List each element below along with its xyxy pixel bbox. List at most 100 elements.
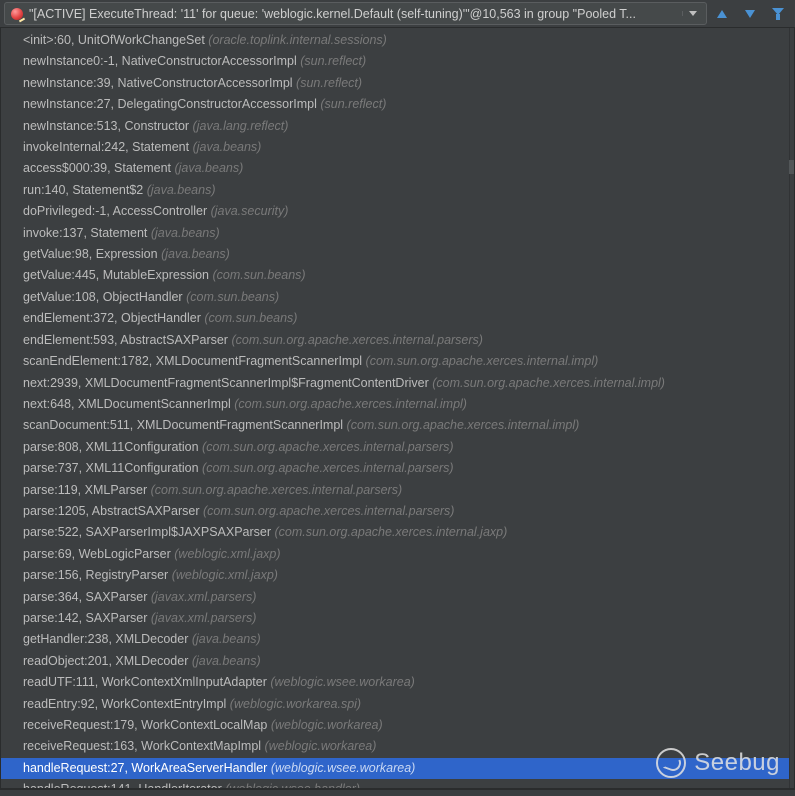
stack-frame[interactable]: parse:142, SAXParser (javax.xml.parsers) xyxy=(1,608,794,629)
stack-frame[interactable]: run:140, Statement$2 (java.beans) xyxy=(1,180,794,201)
frame-package: (java.beans) xyxy=(147,183,216,197)
frame-signature: run:140, Statement$2 xyxy=(23,183,147,197)
stack-frame[interactable]: endElement:372, ObjectHandler (com.sun.b… xyxy=(1,308,794,329)
stack-frame[interactable]: invokeInternal:242, Statement (java.bean… xyxy=(1,137,794,158)
stack-frame[interactable]: readUTF:111, WorkContextXmlInputAdapter … xyxy=(1,672,794,693)
stack-frame[interactable]: getValue:98, Expression (java.beans) xyxy=(1,244,794,265)
arrow-up-icon xyxy=(717,10,727,18)
stack-frame[interactable]: handleRequest:27, WorkAreaServerHandler … xyxy=(1,758,794,779)
frame-signature: parse:156, RegistryParser xyxy=(23,568,172,582)
frame-signature: receiveRequest:163, WorkContextMapImpl xyxy=(23,739,265,753)
frame-package: (java.beans) xyxy=(192,632,261,646)
stack-frame[interactable]: next:2939, XMLDocumentFragmentScannerImp… xyxy=(1,373,794,394)
stack-frame[interactable]: newInstance:513, Constructor (java.lang.… xyxy=(1,116,794,137)
stack-frame[interactable]: parse:69, WebLogicParser (weblogic.xml.j… xyxy=(1,544,794,565)
stack-frame[interactable]: parse:737, XML11Configuration (com.sun.o… xyxy=(1,458,794,479)
gutter-mark xyxy=(789,160,794,174)
stack-frame[interactable]: newInstance:27, DelegatingConstructorAcc… xyxy=(1,94,794,115)
frame-package: (java.beans) xyxy=(174,161,243,175)
frame-signature: parse:142, SAXParser xyxy=(23,611,151,625)
frame-signature: readUTF:111, WorkContextXmlInputAdapter xyxy=(23,675,270,689)
stack-frame[interactable]: receiveRequest:163, WorkContextMapImpl (… xyxy=(1,736,794,757)
bottom-bar xyxy=(0,789,795,796)
stack-frame[interactable]: scanDocument:511, XMLDocumentFragmentSca… xyxy=(1,415,794,436)
frame-package: (java.lang.reflect) xyxy=(193,119,289,133)
frame-package: (javax.xml.parsers) xyxy=(151,590,257,604)
frame-signature: next:2939, XMLDocumentFragmentScannerImp… xyxy=(23,376,432,390)
thread-dropdown-caret[interactable] xyxy=(682,11,702,16)
thread-selector[interactable]: "[ACTIVE] ExecuteThread: '11' for queue:… xyxy=(4,2,707,25)
frame-package: (com.sun.org.apache.xerces.internal.pars… xyxy=(231,333,483,347)
stack-frame[interactable]: parse:808, XML11Configuration (com.sun.o… xyxy=(1,437,794,458)
stack-frame[interactable]: getValue:445, MutableExpression (com.sun… xyxy=(1,265,794,286)
frame-signature: scanEndElement:1782, XMLDocumentFragment… xyxy=(23,354,366,368)
stack-frame[interactable]: scanEndElement:1782, XMLDocumentFragment… xyxy=(1,351,794,372)
stack-frame[interactable]: newInstance:39, NativeConstructorAccesso… xyxy=(1,73,794,94)
frame-package: (weblogic.xml.jaxp) xyxy=(172,568,278,582)
frame-signature: parse:364, SAXParser xyxy=(23,590,151,604)
next-frame-button[interactable] xyxy=(737,2,763,25)
frame-package: (java.security) xyxy=(211,204,289,218)
stack-frame[interactable]: parse:364, SAXParser (javax.xml.parsers) xyxy=(1,587,794,608)
stack-frame[interactable]: readEntry:92, WorkContextEntryImpl (webl… xyxy=(1,694,794,715)
frame-package: (sun.reflect) xyxy=(296,76,362,90)
thread-label: "[ACTIVE] ExecuteThread: '11' for queue:… xyxy=(29,7,678,21)
frame-package: (weblogic.wsee.workarea) xyxy=(270,675,415,689)
stack-frame[interactable]: parse:119, XMLParser (com.sun.org.apache… xyxy=(1,480,794,501)
frame-signature: parse:522, SAXParserImpl$JAXPSAXParser xyxy=(23,525,275,539)
frame-package: (oracle.toplink.internal.sessions) xyxy=(208,33,387,47)
stack-frame[interactable]: newInstance0:-1, NativeConstructorAccess… xyxy=(1,51,794,72)
frame-package: (sun.reflect) xyxy=(320,97,386,111)
chevron-down-icon xyxy=(689,11,697,16)
arrow-down-icon xyxy=(745,10,755,18)
frame-signature: newInstance0:-1, NativeConstructorAccess… xyxy=(23,54,300,68)
frame-package: (com.sun.org.apache.xerces.internal.pars… xyxy=(202,440,454,454)
previous-frame-button[interactable] xyxy=(709,2,735,25)
frame-signature: parse:1205, AbstractSAXParser xyxy=(23,504,203,518)
frame-package: (weblogic.xml.jaxp) xyxy=(174,547,280,561)
scrollbar-gutter[interactable] xyxy=(789,28,794,788)
funnel-icon xyxy=(772,8,784,20)
stack-frame[interactable]: next:648, XMLDocumentScannerImpl (com.su… xyxy=(1,394,794,415)
frame-package: (com.sun.beans) xyxy=(204,311,297,325)
frame-package: (com.sun.org.apache.xerces.internal.impl… xyxy=(234,397,467,411)
stack-frame[interactable]: endElement:593, AbstractSAXParser (com.s… xyxy=(1,330,794,351)
frame-list[interactable]: <init>:60, UnitOfWorkChangeSet (oracle.t… xyxy=(1,28,794,789)
frame-package: (javax.xml.parsers) xyxy=(151,611,257,625)
stack-frame[interactable]: <init>:60, UnitOfWorkChangeSet (oracle.t… xyxy=(1,30,794,51)
stack-frame[interactable]: readObject:201, XMLDecoder (java.beans) xyxy=(1,651,794,672)
frame-package: (weblogic.wsee.handler) xyxy=(225,782,360,789)
frame-signature: readEntry:92, WorkContextEntryImpl xyxy=(23,697,230,711)
frame-signature: parse:737, XML11Configuration xyxy=(23,461,202,475)
frames-view: <init>:60, UnitOfWorkChangeSet (oracle.t… xyxy=(0,28,795,789)
frame-package: (java.beans) xyxy=(161,247,230,261)
frame-signature: readObject:201, XMLDecoder xyxy=(23,654,192,668)
stack-frame[interactable]: doPrivileged:-1, AccessController (java.… xyxy=(1,201,794,222)
frame-signature: scanDocument:511, XMLDocumentFragmentSca… xyxy=(23,418,347,432)
frame-package: (weblogic.workarea) xyxy=(265,739,377,753)
filter-frames-button[interactable] xyxy=(765,2,791,25)
stack-frame[interactable]: access$000:39, Statement (java.beans) xyxy=(1,158,794,179)
frame-signature: getValue:108, ObjectHandler xyxy=(23,290,186,304)
frame-signature: endElement:372, ObjectHandler xyxy=(23,311,204,325)
frame-signature: parse:119, XMLParser xyxy=(23,483,151,497)
stack-frame[interactable]: handleRequest:141, HandlerIterator (webl… xyxy=(1,779,794,789)
frame-package: (java.beans) xyxy=(193,140,262,154)
stack-frame[interactable]: invoke:137, Statement (java.beans) xyxy=(1,223,794,244)
frame-signature: parse:69, WebLogicParser xyxy=(23,547,174,561)
frame-signature: doPrivileged:-1, AccessController xyxy=(23,204,211,218)
stack-frame[interactable]: getHandler:238, XMLDecoder (java.beans) xyxy=(1,629,794,650)
frame-package: (com.sun.org.apache.xerces.internal.impl… xyxy=(432,376,665,390)
stack-frame[interactable]: getValue:108, ObjectHandler (com.sun.bea… xyxy=(1,287,794,308)
frame-signature: endElement:593, AbstractSAXParser xyxy=(23,333,231,347)
frame-package: (com.sun.org.apache.xerces.internal.pars… xyxy=(151,483,403,497)
stack-frame[interactable]: parse:522, SAXParserImpl$JAXPSAXParser (… xyxy=(1,522,794,543)
stack-frame[interactable]: parse:1205, AbstractSAXParser (com.sun.o… xyxy=(1,501,794,522)
frame-signature: handleRequest:27, WorkAreaServerHandler xyxy=(23,761,271,775)
breakpoint-icon xyxy=(11,8,23,20)
stack-frame[interactable]: receiveRequest:179, WorkContextLocalMap … xyxy=(1,715,794,736)
frame-package: (com.sun.org.apache.xerces.internal.pars… xyxy=(203,504,455,518)
stack-frame[interactable]: parse:156, RegistryParser (weblogic.xml.… xyxy=(1,565,794,586)
frame-package: (com.sun.org.apache.xerces.internal.impl… xyxy=(366,354,599,368)
frame-signature: getHandler:238, XMLDecoder xyxy=(23,632,192,646)
